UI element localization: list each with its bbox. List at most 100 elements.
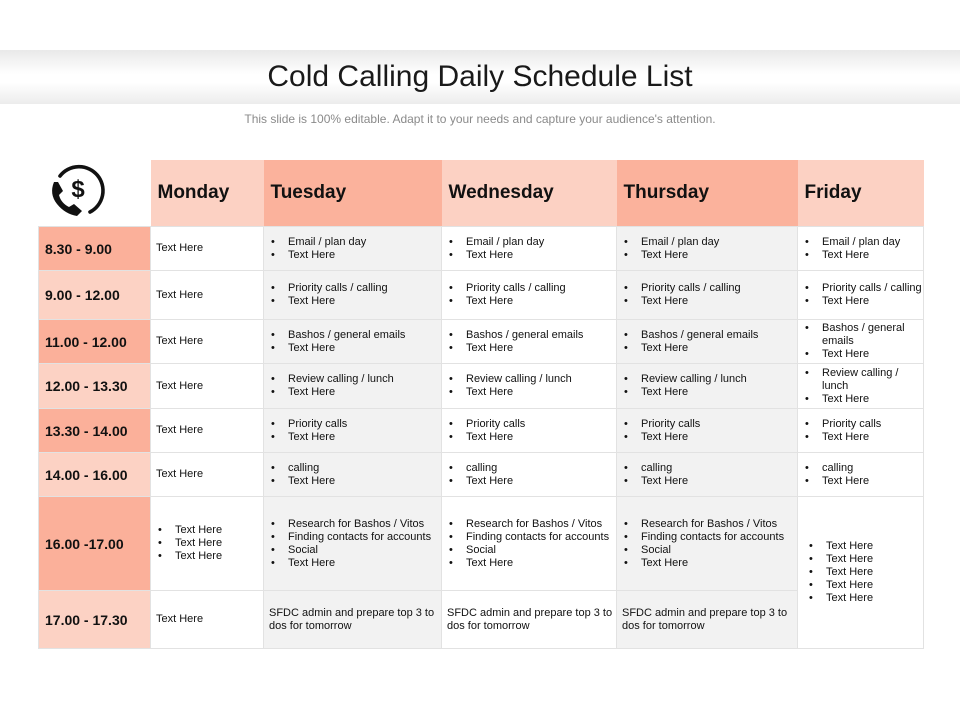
task-item: Text Here bbox=[449, 557, 616, 570]
wednesday-cell: Research for Bashos / VitosFinding conta… bbox=[441, 496, 617, 591]
page-subtitle: This slide is 100% editable. Adapt it to… bbox=[244, 112, 716, 126]
monday-cell: Text Here bbox=[150, 319, 264, 364]
wednesday-cell: Email / plan dayText Here bbox=[441, 226, 617, 271]
monday-cell: Text Here bbox=[150, 408, 264, 453]
task-item: Text Here bbox=[624, 475, 797, 488]
task-item: Email / plan day bbox=[805, 236, 923, 249]
task-item: Research for Bashos / Vitos bbox=[449, 518, 616, 531]
time-slot: 12.00 - 13.30 bbox=[38, 363, 151, 409]
friday-cell: Review calling / lunchText Here bbox=[797, 363, 924, 409]
task-item: Text Here bbox=[805, 295, 923, 308]
svg-text:$: $ bbox=[71, 176, 85, 203]
thursday-cell: Priority callsText Here bbox=[616, 408, 798, 453]
tuesday-cell: Priority callsText Here bbox=[263, 408, 442, 453]
day-header-friday: Friday bbox=[797, 160, 924, 227]
monday-cell: Text Here bbox=[150, 452, 264, 497]
tuesday-cell: callingText Here bbox=[263, 452, 442, 497]
tuesday-cell: Review calling / lunchText Here bbox=[263, 363, 442, 409]
task-item: Text Here bbox=[809, 579, 923, 592]
thursday-cell: Research for Bashos / VitosFinding conta… bbox=[616, 496, 798, 591]
thursday-cell: Priority calls / callingText Here bbox=[616, 270, 798, 320]
task-item: Priority calls / calling bbox=[805, 282, 923, 295]
thursday-cell: Review calling / lunchText Here bbox=[616, 363, 798, 409]
task-item: Email / plan day bbox=[624, 236, 797, 249]
task-item: Text Here bbox=[809, 592, 923, 605]
task-item: Text Here bbox=[809, 553, 923, 566]
task-item: Finding contacts for accounts bbox=[271, 531, 441, 544]
time-slot: 8.30 - 9.00 bbox=[38, 226, 151, 271]
task-item: Research for Bashos / Vitos bbox=[271, 518, 441, 531]
monday-cell: Text Here bbox=[150, 270, 264, 320]
task-item: Social bbox=[449, 544, 616, 557]
tuesday-cell: Bashos / general emailsText Here bbox=[263, 319, 442, 364]
page-title: Cold Calling Daily Schedule List bbox=[267, 60, 693, 93]
schedule-row: 16.00 -17.00 Text HereText HereText Here… bbox=[38, 496, 924, 649]
icon-cell: $ bbox=[38, 160, 151, 227]
wednesday-cell: SFDC admin and prepare top 3 to dos for … bbox=[441, 590, 617, 649]
wednesday-cell: callingText Here bbox=[441, 452, 617, 497]
task-item: Text Here bbox=[158, 524, 263, 537]
wednesday-cell: Priority calls / callingText Here bbox=[441, 270, 617, 320]
task-item: Priority calls bbox=[271, 418, 441, 431]
task-item: Text Here bbox=[158, 550, 263, 563]
task-item: Text Here bbox=[805, 348, 923, 361]
task-item: Finding contacts for accounts bbox=[449, 531, 616, 544]
time-slot: 9.00 - 12.00 bbox=[38, 270, 151, 320]
task-item: Text Here bbox=[624, 342, 797, 355]
task-item: Text Here bbox=[271, 431, 441, 444]
task-item: Email / plan day bbox=[271, 236, 441, 249]
day-header-thursday: Thursday bbox=[616, 160, 798, 227]
task-item: Text Here bbox=[271, 295, 441, 308]
wednesday-cell: Bashos / general emailsText Here bbox=[441, 319, 617, 364]
task-item: Text Here bbox=[809, 566, 923, 579]
task-item: Email / plan day bbox=[449, 236, 616, 249]
task-item: Bashos / general emails bbox=[449, 329, 616, 342]
task-item: Research for Bashos / Vitos bbox=[624, 518, 797, 531]
tuesday-cell: Email / plan dayText Here bbox=[263, 226, 442, 271]
friday-cell: Bashos / general emailsText Here bbox=[797, 319, 924, 364]
thursday-cell: callingText Here bbox=[616, 452, 798, 497]
schedule-row: 11.00 - 12.00 Text Here Bashos / general… bbox=[38, 319, 924, 364]
task-item: Text Here bbox=[805, 431, 923, 444]
task-item: Social bbox=[271, 544, 441, 557]
task-item: Bashos / general emails bbox=[271, 329, 441, 342]
monday-cell: Text Here bbox=[150, 226, 264, 271]
task-item: Review calling / lunch bbox=[805, 367, 923, 393]
time-slot: 11.00 - 12.00 bbox=[38, 319, 151, 364]
schedule-row: 17.00 - 17.30 Text Here SFDC admin and p… bbox=[38, 590, 924, 649]
friday-cell: callingText Here bbox=[797, 452, 924, 497]
task-item: Review calling / lunch bbox=[449, 373, 616, 386]
task-item: Priority calls / calling bbox=[449, 282, 616, 295]
thursday-cell: Bashos / general emailsText Here bbox=[616, 319, 798, 364]
thursday-cell: Email / plan dayText Here bbox=[616, 226, 798, 271]
task-item: Priority calls bbox=[624, 418, 797, 431]
task-item: Text Here bbox=[805, 393, 923, 406]
task-item: Text Here bbox=[449, 386, 616, 399]
time-slot: 17.00 - 17.30 bbox=[38, 590, 151, 649]
friday-cell: Text HereText HereText HereText HereText… bbox=[797, 496, 924, 649]
task-item: Priority calls / calling bbox=[624, 282, 797, 295]
schedule-row: 12.00 - 13.30 Text Here Review calling /… bbox=[38, 363, 924, 409]
monday-cell: Text Here bbox=[150, 363, 264, 409]
task-item: Bashos / general emails bbox=[624, 329, 797, 342]
task-item: Text Here bbox=[624, 431, 797, 444]
task-item: Bashos / general emails bbox=[805, 322, 923, 348]
task-item: Priority calls bbox=[449, 418, 616, 431]
schedule-row: 9.00 - 12.00 Text Here Priority calls / … bbox=[38, 270, 924, 320]
tuesday-cell: SFDC admin and prepare top 3 to dos for … bbox=[263, 590, 442, 649]
task-item: Text Here bbox=[271, 557, 441, 570]
task-item: Text Here bbox=[624, 557, 797, 570]
time-slot: 16.00 -17.00 bbox=[38, 496, 151, 591]
task-item: Text Here bbox=[449, 342, 616, 355]
task-item: Social bbox=[624, 544, 797, 557]
friday-cell: Email / plan dayText Here bbox=[797, 226, 924, 271]
task-item: Text Here bbox=[271, 475, 441, 488]
time-slot: 14.00 - 16.00 bbox=[38, 452, 151, 497]
day-header-tuesday: Tuesday bbox=[263, 160, 442, 227]
monday-cell: Text HereText HereText Here bbox=[150, 496, 264, 591]
task-item: Text Here bbox=[271, 249, 441, 262]
task-item: Text Here bbox=[449, 295, 616, 308]
schedule-row: 14.00 - 16.00 Text Here callingText Here… bbox=[38, 452, 924, 497]
task-item: calling bbox=[624, 462, 797, 475]
task-item: Priority calls bbox=[805, 418, 923, 431]
